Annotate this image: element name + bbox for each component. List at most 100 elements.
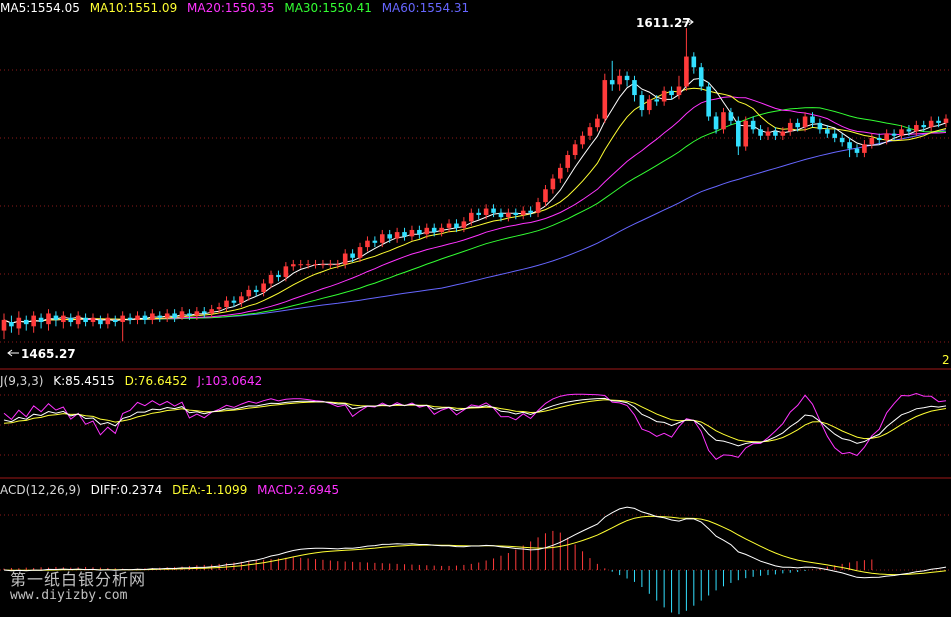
candle-down bbox=[736, 120, 741, 147]
high-label: 1611.27 bbox=[636, 16, 691, 30]
candle-down bbox=[839, 137, 845, 143]
candle-down bbox=[750, 120, 756, 130]
candle-down bbox=[632, 80, 637, 96]
candle-up bbox=[557, 167, 563, 179]
kdj-legend-k: K:85.4515 bbox=[53, 374, 115, 388]
stock-chart: 1611.27 1465.27 2 MA5:1554.05 MA10:1551.… bbox=[0, 1, 951, 615]
candle-down bbox=[201, 311, 207, 314]
candle-down bbox=[98, 319, 103, 325]
kdj-lines bbox=[3, 392, 947, 460]
legend-ma30: MA30:1550.41 bbox=[284, 1, 372, 15]
candle-down bbox=[706, 86, 711, 117]
candle-up bbox=[320, 264, 326, 266]
candle-up bbox=[550, 178, 556, 190]
candle-down bbox=[528, 210, 533, 213]
candle-down bbox=[253, 289, 259, 293]
candle-up bbox=[150, 313, 155, 320]
candle-down bbox=[276, 274, 281, 278]
candle-down bbox=[23, 319, 29, 325]
candle-up bbox=[483, 208, 489, 215]
candle-down bbox=[454, 223, 459, 228]
candle-down bbox=[142, 315, 148, 320]
candle-up bbox=[179, 311, 185, 318]
candle-up bbox=[869, 137, 875, 145]
candle-up bbox=[684, 56, 689, 87]
candle-down bbox=[112, 319, 118, 323]
candle-down bbox=[127, 317, 133, 320]
candle-up bbox=[357, 247, 363, 258]
candle-up bbox=[16, 317, 22, 329]
candle-up bbox=[565, 155, 571, 168]
candle-down bbox=[639, 95, 645, 111]
candle-up bbox=[587, 127, 593, 136]
candle-down bbox=[350, 253, 355, 258]
candle-down bbox=[810, 116, 815, 123]
candle-up bbox=[379, 234, 385, 243]
candle-up bbox=[468, 212, 474, 222]
watermark-site-name: 第一纸白银分析网 bbox=[10, 570, 147, 589]
candle-down bbox=[491, 208, 496, 213]
candle-down bbox=[936, 120, 941, 123]
candle-up bbox=[572, 144, 578, 156]
candle-up bbox=[120, 315, 125, 323]
candle-down bbox=[825, 129, 830, 134]
candle-down bbox=[387, 234, 393, 239]
candle-up bbox=[647, 99, 652, 111]
candle-down bbox=[795, 122, 800, 128]
candle-up bbox=[224, 300, 229, 308]
candle-up bbox=[862, 144, 867, 153]
candle-up bbox=[943, 118, 949, 123]
candle-up bbox=[290, 264, 296, 267]
candle-down bbox=[157, 315, 163, 318]
candle-down bbox=[847, 142, 852, 149]
ma30-line bbox=[3, 107, 947, 324]
candle-up bbox=[424, 227, 430, 235]
candle-up bbox=[439, 227, 444, 233]
candle-up bbox=[365, 240, 370, 248]
candle-down bbox=[654, 99, 660, 102]
low-annotation: 1465.27 bbox=[7, 347, 76, 361]
legend-ma60: MA60:1554.31 bbox=[382, 1, 470, 15]
candle-up bbox=[721, 112, 726, 130]
kdj-d-line bbox=[3, 399, 947, 443]
candle-down bbox=[669, 90, 674, 96]
candle-down bbox=[231, 300, 237, 303]
candle-up bbox=[661, 90, 667, 102]
candle-up bbox=[90, 317, 96, 323]
candle-up bbox=[595, 118, 600, 128]
high-annotation: 1611.27 bbox=[636, 16, 694, 30]
candle-down bbox=[476, 212, 482, 215]
candle-up bbox=[446, 223, 452, 228]
candle-down bbox=[9, 322, 14, 327]
candle-down bbox=[172, 313, 177, 318]
candle-down bbox=[876, 137, 882, 141]
candle-up bbox=[602, 80, 608, 119]
candle-up bbox=[216, 307, 222, 310]
candle-down bbox=[402, 232, 407, 237]
candle-up bbox=[787, 122, 793, 132]
candle-down bbox=[832, 133, 838, 138]
candle-down bbox=[417, 229, 422, 235]
candle-up bbox=[409, 229, 415, 237]
candle-down bbox=[498, 212, 504, 218]
candle-up bbox=[1, 319, 7, 331]
candle-down bbox=[728, 112, 734, 121]
candle-down bbox=[609, 80, 615, 85]
candle-up bbox=[543, 189, 548, 203]
legend-ma10: MA10:1551.09 bbox=[90, 1, 178, 15]
candle-up bbox=[580, 135, 585, 145]
candle-up bbox=[914, 125, 919, 132]
candle-down bbox=[83, 317, 88, 323]
candle-down bbox=[921, 125, 927, 128]
kdj-j-line bbox=[3, 392, 947, 460]
candle-up bbox=[46, 313, 51, 325]
candle-down bbox=[698, 67, 704, 87]
candle-down bbox=[891, 133, 897, 136]
candle-up bbox=[394, 232, 400, 239]
candle-up bbox=[928, 120, 934, 128]
candle-up bbox=[313, 264, 318, 266]
macd-legend: ACD(12,26,9) DIFF:0.2374 DEA:-1.1099 MAC… bbox=[0, 483, 339, 497]
candle-up bbox=[283, 266, 289, 278]
candle-down bbox=[372, 240, 378, 243]
kdj-legend: J(9,3,3) K:85.4515 D:76.6452 J:103.0642 bbox=[0, 374, 262, 388]
